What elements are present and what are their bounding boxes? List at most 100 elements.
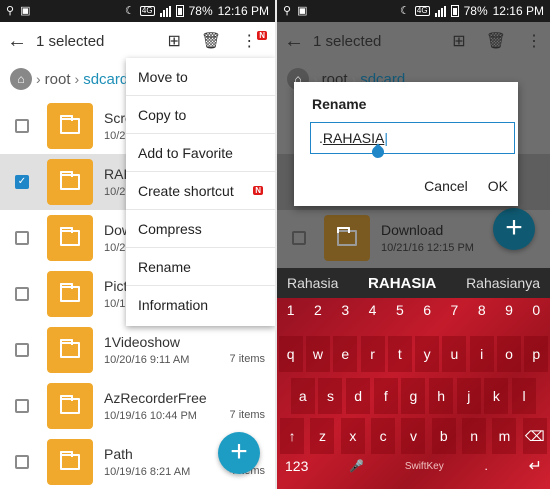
key[interactable]: l — [512, 378, 537, 414]
backspace-key[interactable]: ⌫ — [522, 418, 547, 454]
key[interactable]: f — [373, 378, 398, 414]
key[interactable]: c — [371, 418, 396, 454]
key[interactable]: m — [492, 418, 517, 454]
delete-icon[interactable]: 🗑 — [486, 31, 506, 51]
menu-label: Move to — [138, 68, 188, 85]
folder-icon — [47, 271, 93, 317]
breadcrumb-root[interactable]: root — [45, 71, 71, 88]
key[interactable]: u — [442, 336, 467, 372]
key[interactable]: j — [456, 378, 481, 414]
battery-level: 78% — [188, 4, 213, 18]
row-checkbox[interactable] — [15, 455, 29, 469]
key[interactable]: n — [462, 418, 487, 454]
folder-icon — [47, 103, 93, 149]
period-key[interactable]: . — [484, 459, 487, 473]
row-checkbox[interactable] — [15, 231, 29, 245]
numbers-key[interactable]: 123 — [285, 458, 308, 474]
enter-key[interactable]: ↵ — [529, 456, 542, 476]
menu-item-information[interactable]: Information — [126, 286, 275, 324]
app-bar: ← 1 selected ⊞ 🗑 ⋮ N — [0, 22, 275, 60]
key[interactable]: k — [484, 378, 509, 414]
cancel-button[interactable]: Cancel — [424, 178, 468, 194]
row-checkbox[interactable] — [15, 119, 29, 133]
keyboard-row-bottom: 123 🎤 SwiftKey . ↵ — [277, 456, 550, 476]
list-item[interactable]: AzRecorderFree 10/19/16 10:44 PM 7 items — [0, 378, 275, 434]
menu-item-add-to-favorite[interactable]: Add to Favorite — [126, 134, 275, 172]
row-checkbox[interactable] — [15, 287, 29, 301]
signal-icon — [159, 5, 171, 17]
clock: 12:16 PM — [492, 4, 544, 18]
key[interactable]: b — [431, 418, 456, 454]
add-fab-button[interactable]: + — [218, 432, 260, 474]
add-fab-button[interactable]: + — [493, 208, 535, 250]
list-item[interactable]: 1Videoshow 10/20/16 9:11 AM 7 items — [0, 322, 275, 378]
key[interactable]: q — [278, 336, 303, 372]
shift-key[interactable]: ↑ — [280, 418, 305, 454]
key[interactable]: s — [318, 378, 343, 414]
back-arrow-icon[interactable]: ← — [277, 30, 311, 53]
item-date: 10/19/16 8:21 AM — [104, 466, 191, 478]
ok-button[interactable]: OK — [488, 178, 508, 194]
key[interactable]: r — [360, 336, 385, 372]
left-screen: ⚲ ▣ ☾ 4G 78% 12:16 PM ← 1 selected ⊞ 🗑 ⋮… — [0, 0, 275, 489]
row-checkbox-checked[interactable]: ✓ — [15, 175, 29, 189]
chevron-right-icon: › — [74, 71, 80, 87]
rename-input[interactable]: . RAHASIA | — [310, 122, 515, 154]
suggestion-right[interactable]: Rahasianya — [466, 275, 540, 291]
app-bar: ← 1 selected ⊞ 🗑 ⋮ — [277, 22, 550, 60]
menu-item-create-shortcut[interactable]: Create shortcut N — [126, 172, 275, 210]
network-type: 4G — [414, 6, 430, 16]
key[interactable]: x — [340, 418, 365, 454]
item-date: 10/2 — [104, 186, 126, 198]
menu-item-rename[interactable]: Rename — [126, 248, 275, 286]
key[interactable]: v — [401, 418, 426, 454]
moon-icon: ☾ — [125, 4, 135, 17]
item-name: AzRecorderFree — [104, 390, 207, 406]
row-checkbox[interactable] — [292, 231, 306, 245]
row-checkbox[interactable] — [15, 399, 29, 413]
folder-icon — [47, 159, 93, 205]
network-type: 4G — [139, 6, 155, 16]
key[interactable]: i — [469, 336, 494, 372]
key[interactable]: h — [429, 378, 454, 414]
suggestion-left[interactable]: Rahasia — [287, 275, 338, 291]
item-date: 10/21/16 12:15 PM — [381, 242, 474, 254]
notification-badge: N — [257, 31, 267, 40]
back-arrow-icon[interactable]: ← — [0, 30, 34, 53]
key[interactable]: d — [346, 378, 371, 414]
key[interactable]: t — [387, 336, 412, 372]
battery-icon — [175, 5, 184, 17]
delete-icon[interactable]: 🗑 — [201, 31, 221, 51]
home-icon[interactable]: ⌂ — [10, 68, 32, 90]
usb-icon: ⚲ — [283, 4, 292, 17]
menu-item-copy-to[interactable]: Copy to — [126, 96, 275, 134]
swiftkey-logo: SwiftKey — [404, 460, 444, 472]
key[interactable]: w — [305, 336, 330, 372]
keyboard-row-2: a s d f g h j k l — [277, 378, 550, 414]
key[interactable]: e — [333, 336, 358, 372]
select-all-icon[interactable]: ⊞ — [452, 31, 465, 51]
image-icon: ▣ — [297, 4, 308, 17]
right-screen: ⚲ ▣ ☾ 4G 78% 12:16 PM ← 1 selected ⊞ 🗑 ⋮… — [277, 0, 550, 489]
folder-icon — [47, 383, 93, 429]
key[interactable]: y — [415, 336, 440, 372]
key[interactable]: p — [524, 336, 549, 372]
more-menu-icon[interactable]: ⋮ N — [241, 31, 267, 51]
menu-item-compress[interactable]: Compress — [126, 210, 275, 248]
key[interactable]: g — [401, 378, 426, 414]
more-menu-icon[interactable]: ⋮ — [526, 31, 542, 51]
key[interactable]: a — [290, 378, 315, 414]
moon-icon: ☾ — [400, 4, 410, 17]
menu-label: Rename — [138, 258, 191, 275]
item-count: 7 items — [229, 353, 265, 365]
suggestion-center[interactable]: RAHASIA — [368, 275, 436, 292]
item-name: Pict — [104, 278, 128, 294]
key[interactable]: z — [310, 418, 335, 454]
menu-item-move-to[interactable]: Move to — [126, 58, 275, 96]
select-all-icon[interactable]: ⊞ — [168, 31, 181, 51]
key[interactable]: o — [497, 336, 522, 372]
item-date: 10/2 — [104, 130, 126, 142]
mic-icon[interactable]: 🎤 — [349, 459, 364, 473]
row-checkbox[interactable] — [15, 343, 29, 357]
breadcrumb-current[interactable]: sdcard — [83, 71, 128, 88]
